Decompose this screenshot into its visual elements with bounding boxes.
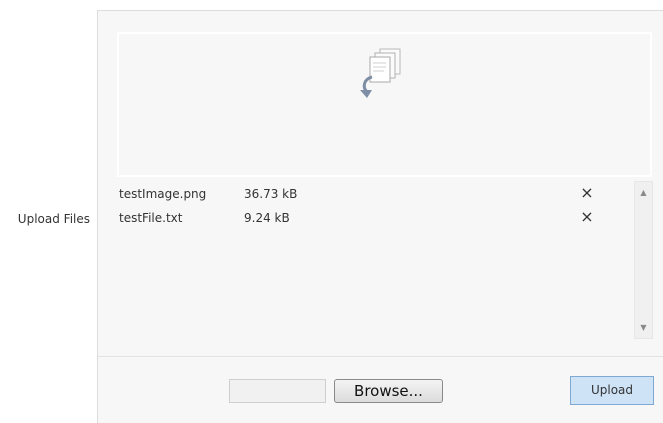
scroll-down-icon[interactable]: ▼ [635,319,652,336]
file-name: testImage.png [119,187,207,201]
upload-panel: testImage.png 36.73 kB × testFile.txt 9.… [97,10,663,423]
remove-file-icon[interactable]: × [579,209,595,225]
upload-button[interactable]: Upload [570,376,654,405]
remove-file-icon[interactable]: × [579,185,595,201]
file-list-scrollbar[interactable]: ▲ ▼ [634,181,653,339]
file-drop-icon [360,48,401,98]
footer-divider [98,356,663,357]
file-path-input[interactable] [229,379,326,403]
file-list: testImage.png 36.73 kB × testFile.txt 9.… [117,181,657,339]
file-name: testFile.txt [119,211,183,225]
list-item: testFile.txt 9.24 kB × [117,207,627,227]
upload-files-label: Upload Files [17,212,90,226]
list-item: testImage.png 36.73 kB × [117,183,627,203]
scroll-up-icon[interactable]: ▲ [635,184,652,201]
file-size: 36.73 kB [244,187,298,201]
file-size: 9.24 kB [244,211,290,225]
drop-zone[interactable] [117,32,652,177]
browse-button[interactable]: Browse... [334,379,443,403]
